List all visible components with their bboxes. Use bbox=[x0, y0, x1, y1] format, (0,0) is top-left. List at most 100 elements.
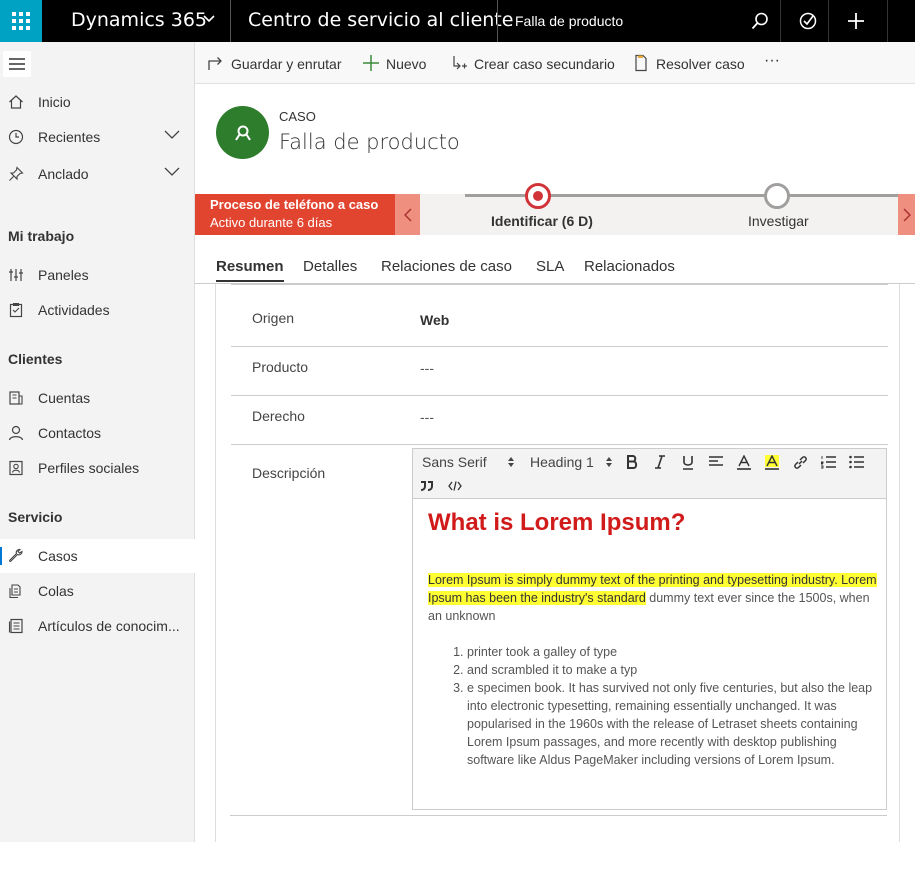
sidebar-item-label: Artículos de conocim... bbox=[38, 618, 180, 634]
resolve-icon bbox=[635, 54, 647, 72]
sidebar-item-perfiles-sociales[interactable]: Perfiles sociales bbox=[0, 451, 195, 485]
home-icon bbox=[9, 95, 23, 109]
next-stage-button[interactable] bbox=[898, 194, 915, 235]
chevron-down-icon[interactable] bbox=[164, 167, 180, 177]
activities-icon bbox=[9, 302, 23, 318]
sidebar-item-actividades[interactable]: Actividades bbox=[0, 293, 195, 327]
tab-resumen[interactable]: Resumen bbox=[216, 258, 284, 282]
tab-detalles[interactable]: Detalles bbox=[303, 258, 357, 275]
field-label: Origen bbox=[252, 310, 295, 326]
sidebar-item-cuentas[interactable]: Cuentas bbox=[0, 381, 195, 415]
product-value[interactable]: --- bbox=[420, 360, 434, 376]
editor-content[interactable]: What is Lorem Ipsum? Lorem Ipsum is simp… bbox=[428, 509, 878, 769]
sidebar-item-casos[interactable]: Casos bbox=[0, 539, 195, 573]
resolve-case-button[interactable]: Resolver caso bbox=[632, 54, 745, 74]
field-label: Derecho bbox=[252, 408, 305, 424]
add-icon bbox=[848, 13, 864, 29]
highlight-button[interactable] bbox=[763, 453, 781, 471]
italic-icon bbox=[655, 455, 665, 469]
resolve-case-label: Resolver caso bbox=[656, 56, 745, 72]
code-icon bbox=[448, 481, 462, 491]
divider bbox=[828, 0, 829, 42]
page-title: Falla de producto bbox=[279, 130, 460, 154]
bold-button[interactable] bbox=[623, 453, 641, 471]
menu-toggle-button[interactable] bbox=[3, 51, 31, 77]
search-icon bbox=[751, 12, 768, 30]
add-button[interactable] bbox=[843, 8, 869, 34]
new-label: Nuevo bbox=[386, 56, 427, 72]
create-child-case-button[interactable]: Crear caso secundario bbox=[450, 54, 615, 74]
dashboard-icon bbox=[9, 269, 23, 281]
clock-icon bbox=[8, 129, 24, 145]
font-color-icon bbox=[737, 454, 751, 470]
entity-avatar bbox=[216, 106, 269, 159]
code-block-button[interactable] bbox=[446, 477, 464, 495]
field-label: Producto bbox=[252, 359, 309, 375]
sidebar-item-label: Anclado bbox=[38, 166, 89, 182]
sidebar-item-anclado[interactable]: Anclado bbox=[0, 157, 195, 191]
command-bar: Guardar y enrutar Nuevo Crear caso secun… bbox=[195, 42, 915, 84]
editor-toolbar: Sans Serif Heading 1 bbox=[413, 449, 886, 499]
sidebar-item-paneles[interactable]: Paneles bbox=[0, 258, 195, 292]
bullet-list-button[interactable] bbox=[847, 453, 865, 471]
divider bbox=[230, 0, 231, 42]
tab-relaciones-de-caso[interactable]: Relaciones de caso bbox=[381, 258, 512, 275]
brand-label: Dynamics 365 bbox=[71, 9, 207, 31]
entity-label: CASO bbox=[279, 109, 316, 124]
chevron-right-icon bbox=[902, 207, 911, 222]
stage-identificar-label[interactable]: Identificar (6 D) bbox=[491, 213, 593, 229]
font-select[interactable]: Sans Serif bbox=[422, 454, 487, 470]
app-name[interactable]: Centro de servicio al cliente bbox=[248, 9, 513, 31]
app-launcher-button[interactable] bbox=[0, 0, 42, 42]
sidebar-item-label: Contactos bbox=[38, 425, 102, 441]
sidebar-item-colas[interactable]: Colas bbox=[0, 574, 195, 608]
knowledge-icon bbox=[8, 618, 23, 634]
stage-identificar-marker[interactable] bbox=[525, 183, 551, 209]
divider bbox=[231, 284, 888, 285]
tab-relacionados[interactable]: Relacionados bbox=[584, 258, 675, 275]
business-process-flow: Proceso de teléfono a caso Activo durant… bbox=[195, 183, 915, 235]
heading-select[interactable]: Heading 1 bbox=[530, 454, 594, 470]
case-icon bbox=[234, 125, 251, 141]
add-icon bbox=[363, 55, 379, 71]
stage-investigar-marker[interactable] bbox=[764, 183, 790, 209]
sidebar-item-contactos[interactable]: Contactos bbox=[0, 416, 195, 450]
assistant-button[interactable] bbox=[795, 8, 821, 34]
font-color-button[interactable] bbox=[735, 453, 753, 471]
top-bar: Dynamics 365 Centro de servicio al clien… bbox=[0, 0, 915, 42]
sidebar-item-label: Paneles bbox=[38, 267, 89, 283]
search-button[interactable] bbox=[747, 8, 773, 34]
more-commands-button[interactable]: ··· bbox=[764, 52, 780, 70]
save-route-button[interactable]: Guardar y enrutar bbox=[207, 54, 347, 74]
new-button[interactable]: Nuevo bbox=[362, 54, 437, 74]
sidebar-item-recientes[interactable]: Recientes bbox=[0, 120, 195, 154]
process-name-panel[interactable]: Proceso de teléfono a caso Activo durant… bbox=[195, 194, 395, 235]
underline-button[interactable] bbox=[679, 453, 697, 471]
divider bbox=[230, 815, 887, 816]
origin-value[interactable]: Web bbox=[420, 312, 449, 328]
sidebar-item-articulos[interactable]: Artículos de conocim... bbox=[0, 609, 195, 643]
ordered-list-icon bbox=[820, 456, 836, 469]
entitlement-value[interactable]: --- bbox=[420, 409, 434, 425]
brand-switcher[interactable]: Dynamics 365 bbox=[71, 9, 215, 31]
link-button[interactable] bbox=[791, 453, 809, 471]
link-icon bbox=[793, 455, 807, 469]
description-editor[interactable]: Sans Serif Heading 1 What is Lorem Ipsum… bbox=[412, 448, 887, 810]
blockquote-button[interactable] bbox=[418, 477, 436, 495]
sidebar: Inicio Recientes Anclado Mi trabajo Pane… bbox=[0, 42, 195, 842]
sidebar-item-label: Inicio bbox=[38, 94, 71, 110]
previous-stage-button[interactable] bbox=[395, 194, 420, 235]
social-profile-icon bbox=[9, 460, 23, 476]
content-heading: What is Lorem Ipsum? bbox=[428, 509, 686, 536]
ordered-list-button[interactable] bbox=[819, 453, 837, 471]
tab-sla[interactable]: SLA bbox=[536, 258, 564, 275]
chevron-down-icon[interactable] bbox=[164, 130, 180, 140]
sidebar-item-inicio[interactable]: Inicio bbox=[0, 85, 195, 119]
divider bbox=[780, 0, 781, 42]
align-button[interactable] bbox=[707, 453, 725, 471]
italic-button[interactable] bbox=[651, 453, 669, 471]
section-title: Mi trabajo bbox=[8, 228, 75, 244]
list-item: printer took a galley of type bbox=[467, 643, 878, 661]
stage-investigar-label[interactable]: Investigar bbox=[748, 213, 809, 229]
sidebar-item-label: Casos bbox=[38, 548, 78, 564]
